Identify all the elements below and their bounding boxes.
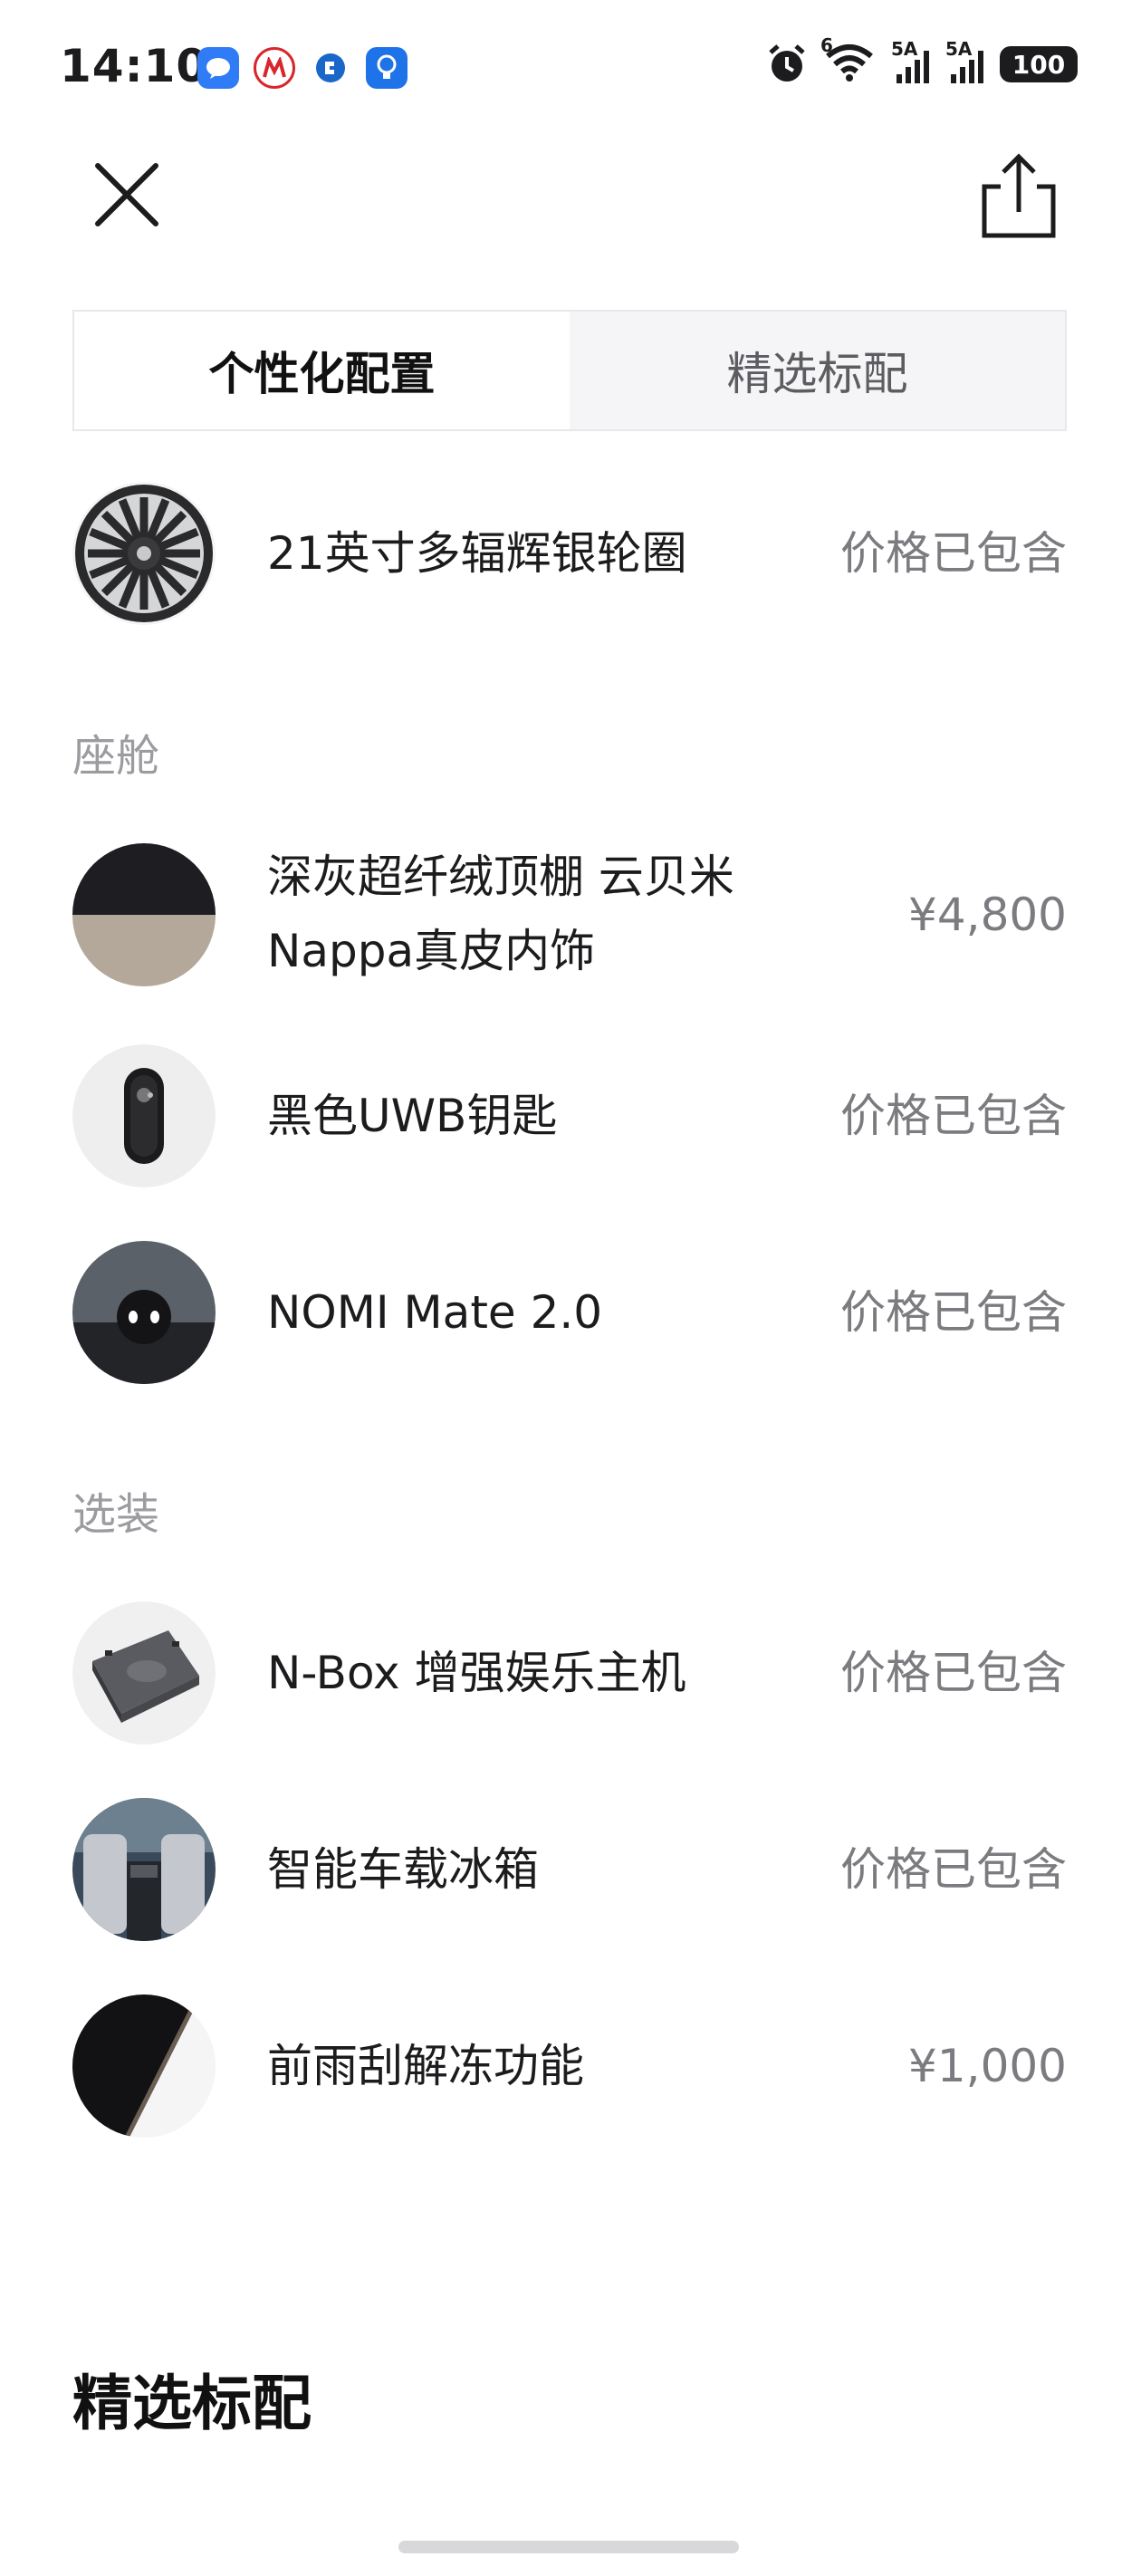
nomi-thumbnail bbox=[72, 1241, 216, 1384]
section-label-options: 选装 bbox=[72, 1489, 160, 1540]
wheel-thumbnail bbox=[72, 482, 216, 625]
tab-standard-config[interactable]: 精选标配 bbox=[570, 312, 1065, 429]
list-item-fridge[interactable]: 智能车载冰箱 价格已包含 bbox=[72, 1798, 1067, 1941]
tab-personalized-config[interactable]: 个性化配置 bbox=[74, 312, 570, 429]
item-price: 价格已包含 bbox=[840, 1286, 1067, 1339]
close-icon bbox=[95, 163, 158, 226]
list-item-interior[interactable]: 深灰超纤绒顶棚 云贝米 Nappa真皮内饰 ¥4,800 bbox=[72, 842, 1067, 987]
wifi-label: 6 bbox=[820, 34, 833, 56]
item-name: 智能车载冰箱 bbox=[267, 1843, 539, 1896]
wiper-thumbnail bbox=[72, 1994, 216, 2138]
item-price: 价格已包含 bbox=[840, 1090, 1067, 1142]
close-button[interactable] bbox=[91, 159, 163, 231]
item-name: 前雨刮解冻功能 bbox=[267, 2040, 584, 2092]
lightbulb-app-icon bbox=[366, 47, 408, 89]
item-name: 黑色UWB钥匙 bbox=[267, 1090, 558, 1142]
signal-2-label: 5A bbox=[945, 38, 973, 60]
battery-indicator: 100 bbox=[1000, 46, 1078, 82]
wifi-indicator: 6 bbox=[820, 34, 875, 85]
signal-1-label: 5A bbox=[891, 38, 918, 60]
bank-app-icon bbox=[310, 47, 351, 89]
item-name: N-Box 增强娱乐主机 bbox=[267, 1647, 686, 1699]
alarm-icon bbox=[769, 44, 805, 82]
item-price: 价格已包含 bbox=[840, 1843, 1067, 1896]
item-name: 21英寸多辐辉银轮圈 bbox=[267, 527, 687, 580]
section-label-cabin: 座舱 bbox=[72, 731, 160, 782]
nbox-thumbnail bbox=[72, 1601, 216, 1745]
config-tabs: 个性化配置 精选标配 bbox=[72, 310, 1067, 431]
home-indicator[interactable] bbox=[398, 2541, 739, 2553]
item-price: 价格已包含 bbox=[840, 1647, 1067, 1699]
interior-thumbnail bbox=[72, 843, 216, 986]
list-item-nbox[interactable]: N-Box 增强娱乐主机 价格已包含 bbox=[72, 1601, 1067, 1745]
list-item-nomi-mate[interactable]: NOMI Mate 2.0 价格已包含 bbox=[72, 1241, 1067, 1384]
item-price: 价格已包含 bbox=[840, 527, 1067, 580]
item-price: ¥1,000 bbox=[908, 2040, 1067, 2092]
share-button[interactable] bbox=[978, 152, 1060, 243]
share-icon bbox=[982, 153, 1056, 238]
key-thumbnail bbox=[72, 1044, 216, 1187]
list-item-uwb-key[interactable]: 黑色UWB钥匙 价格已包含 bbox=[72, 1044, 1067, 1187]
section-title-standard-config: 精选标配 bbox=[72, 2369, 312, 2438]
notification-icons bbox=[197, 47, 408, 89]
metro-app-icon bbox=[254, 47, 295, 89]
status-bar: 14:10 6 5A 5A 100 bbox=[0, 0, 1141, 136]
item-name-line-1: 深灰超纤绒顶棚 云贝米 bbox=[267, 851, 734, 903]
list-item-wiper-deicer[interactable]: 前雨刮解冻功能 ¥1,000 bbox=[72, 1994, 1067, 2138]
list-item-wheel[interactable]: 21英寸多辐辉银轮圈 价格已包含 bbox=[72, 482, 1067, 625]
item-name-line-2: Nappa真皮内饰 bbox=[267, 925, 596, 977]
fridge-thumbnail bbox=[72, 1798, 216, 1941]
cellular-signal-1: 5A bbox=[891, 38, 929, 83]
cellular-signal-2: 5A bbox=[945, 38, 983, 83]
message-app-icon bbox=[197, 47, 239, 89]
status-indicators: 6 5A 5A 100 bbox=[766, 34, 1078, 85]
item-price: ¥4,800 bbox=[908, 889, 1067, 941]
item-name: NOMI Mate 2.0 bbox=[267, 1286, 603, 1339]
status-time: 14:10 bbox=[60, 40, 209, 92]
